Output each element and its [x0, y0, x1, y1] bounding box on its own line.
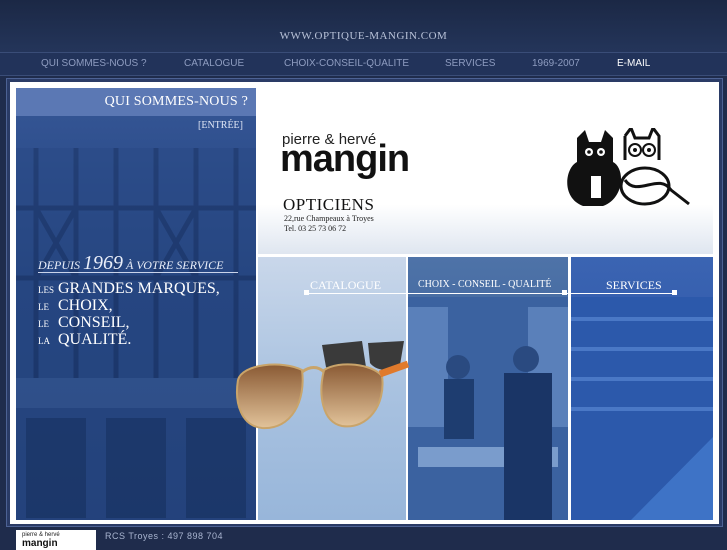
divider: [306, 293, 406, 294]
nav-item-catalogue[interactable]: CATALOGUE: [184, 58, 244, 69]
phone-line: Tel. 03 25 73 06 72: [284, 224, 347, 233]
nav-item-email[interactable]: E-MAIL: [617, 58, 650, 69]
choix-label: CHOIX - CONSEIL - QUALITÉ: [418, 279, 552, 290]
nav-item-services[interactable]: SERVICES: [445, 58, 495, 69]
value-word: CHOIX,: [58, 297, 113, 314]
main-nav: QUI SOMMES-NOUS ? CATALOGUE CHOIX-CONSEI…: [0, 52, 727, 76]
top-bar: WWW.OPTIQUE-MANGIN.COM: [0, 0, 727, 52]
store-display-image: [571, 297, 713, 520]
bullet-square: [562, 290, 567, 295]
enter-link[interactable]: [ENTRÉE]: [198, 120, 243, 131]
nav-item-qui-sommes-nous[interactable]: QUI SOMMES-NOUS ?: [41, 58, 147, 69]
value-item: LA QUALITÉ.: [38, 331, 220, 348]
value-article: LA: [38, 336, 50, 346]
nav-item-choix-conseil-qualite[interactable]: CHOIX-CONSEIL-QUALITE: [284, 58, 409, 69]
value-article: LE: [38, 319, 49, 329]
value-item: LE CHOIX,: [38, 297, 220, 314]
about-panel[interactable]: QUI SOMMES-NOUS ? [ENTRÉE] DEPUIS 1969 À…: [16, 88, 256, 520]
brand-logo-text: mangin: [280, 138, 410, 180]
site-url: WWW.OPTIQUE-MANGIN.COM: [279, 30, 448, 42]
bullet-square: [672, 290, 677, 295]
about-title: QUI SOMMES-NOUS ?: [104, 94, 248, 109]
footer-logo[interactable]: pierre & hervé mangin: [16, 530, 96, 550]
values-list: LES GRANDES MARQUES, LE CHOIX, LE CONSEIL, …: [38, 280, 220, 348]
bullet-square: [304, 290, 309, 295]
choix-conseil-qualite-panel[interactable]: CHOIX - CONSEIL - QUALITÉ: [408, 257, 568, 520]
value-item: LES GRANDES MARQUES,: [38, 280, 220, 297]
since-suffix: À VOTRE SERVICE: [126, 258, 224, 272]
address: 22,rue Champeaux à Troyes Tel. 03 25 73 …: [284, 214, 374, 234]
divider: [571, 293, 677, 294]
value-word: GRANDES MARQUES,: [58, 280, 220, 297]
value-word: CONSEIL,: [58, 314, 130, 331]
address-line: 22,rue Champeaux à Troyes: [284, 214, 374, 223]
featured-sunglasses-image: [236, 360, 410, 430]
value-word: QUALITÉ.: [58, 331, 132, 348]
divider: [38, 272, 238, 273]
brand-header: pierre & hervé mangin OPTICIENS 22,rue C…: [258, 88, 713, 254]
services-panel[interactable]: SERVICES: [571, 257, 713, 520]
divider: [408, 293, 568, 294]
services-label: SERVICES: [606, 278, 662, 292]
value-article: LES: [38, 285, 55, 295]
nav-item-1969-2007[interactable]: 1969-2007: [532, 58, 580, 69]
catalogue-label: CATALOGUE: [310, 278, 382, 292]
value-article: LE: [38, 302, 49, 312]
footer-logo-text: mangin: [22, 538, 58, 549]
shop-interior-image: [408, 297, 568, 520]
rcs-number: RCS Troyes : 497 898 704: [105, 531, 224, 541]
value-item: LE CONSEIL,: [38, 314, 220, 331]
cats-logo-icon: [567, 128, 690, 206]
since-prefix: DEPUIS: [38, 258, 80, 272]
since-year: 1969: [83, 252, 123, 274]
subtitle: OPTICIENS: [283, 195, 375, 214]
about-title-bar: QUI SOMMES-NOUS ?: [16, 88, 256, 116]
